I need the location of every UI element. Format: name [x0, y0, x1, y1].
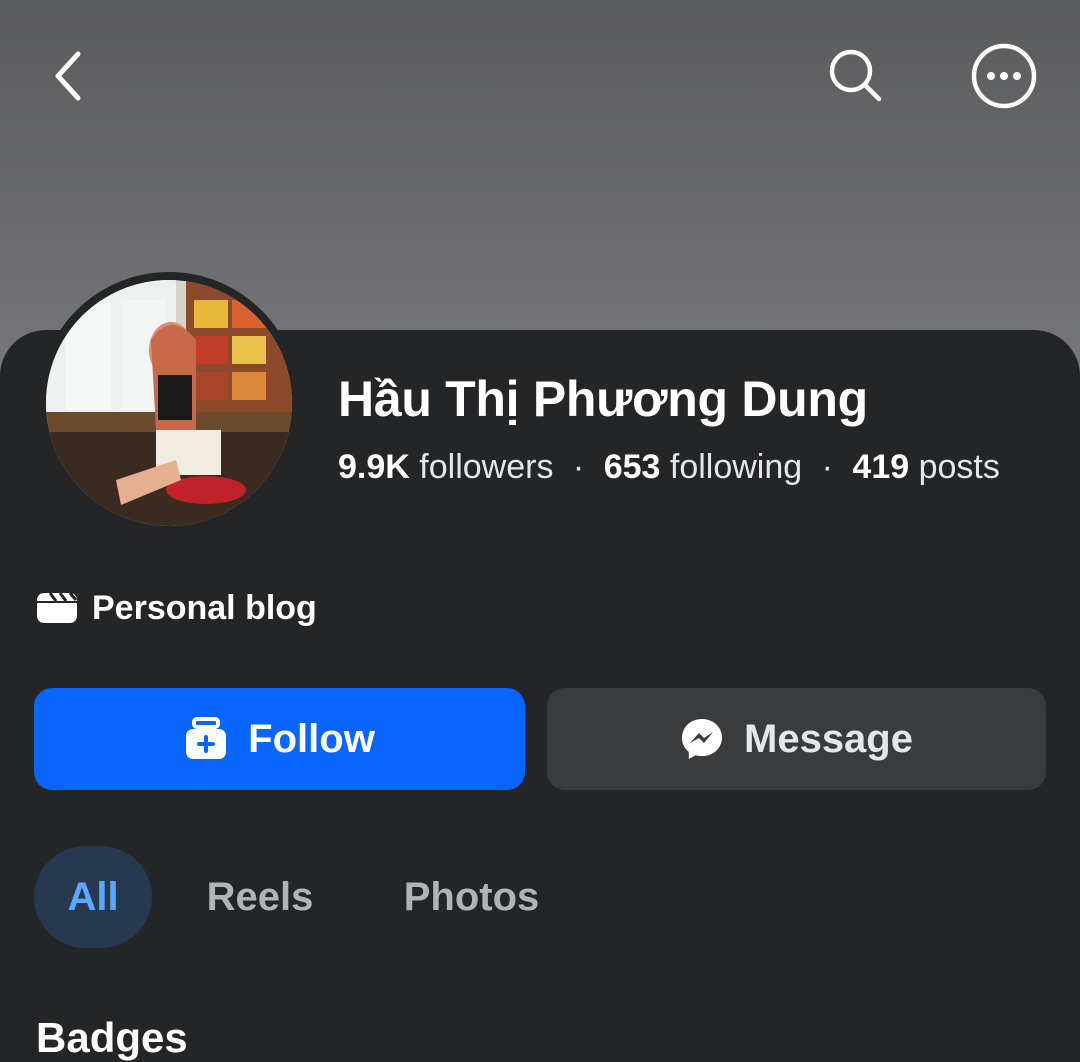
followers-label[interactable]: followers: [419, 448, 553, 486]
message-button-label: Message: [744, 716, 913, 761]
category-label: Personal blog: [92, 588, 317, 627]
posts-count: 419: [852, 448, 910, 486]
tab-photos[interactable]: Photos: [384, 846, 559, 948]
search-button[interactable]: [820, 40, 890, 110]
clapperboard-icon: [37, 592, 78, 623]
avatar-photo: [46, 280, 292, 526]
following-count[interactable]: 653: [604, 448, 661, 486]
stats-separator: ·: [821, 448, 833, 486]
tab-all[interactable]: All: [34, 846, 152, 948]
add-follow-icon: [186, 717, 227, 759]
followers-count[interactable]: 9.9K: [338, 448, 410, 486]
posts-label: posts: [918, 448, 1000, 486]
more-options-icon: [971, 43, 1037, 109]
follow-button[interactable]: Follow: [34, 688, 525, 790]
tab-reels[interactable]: Reels: [190, 846, 330, 948]
profile-stats: 9.9K followers · 653 following · 419 pos…: [338, 448, 1000, 487]
profile-name: Hầu Thị Phương Dung: [338, 371, 868, 427]
message-button[interactable]: Message: [547, 688, 1046, 790]
avatar[interactable]: [46, 280, 292, 526]
profile-category: Personal blog: [36, 586, 317, 630]
back-button[interactable]: [36, 40, 100, 112]
following-label[interactable]: following: [670, 448, 802, 486]
search-icon: [829, 49, 882, 102]
more-options-button[interactable]: [968, 40, 1040, 112]
chevron-left-icon: [55, 51, 81, 101]
follow-button-label: Follow: [248, 716, 375, 761]
section-title-badges: Badges: [36, 1014, 188, 1061]
messenger-icon: [682, 719, 722, 759]
stats-separator: ·: [572, 448, 585, 486]
